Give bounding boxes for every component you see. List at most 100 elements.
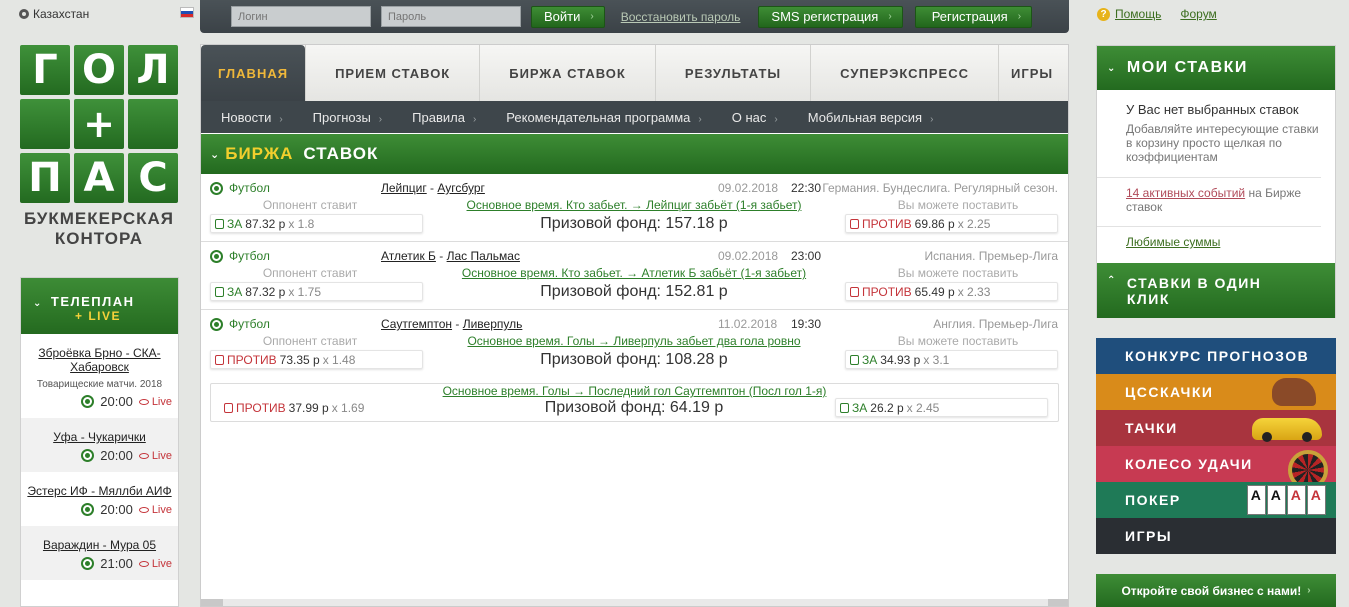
team-link[interactable]: Ливерпуль — [463, 317, 523, 331]
place-bet-button[interactable]: ПРОТИВ 69.86 р x 2.25 — [845, 214, 1058, 233]
bet-amount: 26.2 р — [870, 400, 904, 415]
help-link[interactable]: Помощь — [1115, 7, 1161, 21]
promo-cars[interactable]: ТАЧКИ — [1096, 410, 1336, 446]
bet-condition: Основное время. Голы → Ливерпуль забьет … — [410, 334, 858, 348]
team-link[interactable]: Саутгемптон — [381, 317, 452, 331]
logo-tile — [128, 99, 178, 149]
bet-date: 09.02.2018 — [718, 181, 779, 195]
bet-condition-link[interactable]: Основное время. Голы → Последний гол Сау… — [443, 384, 827, 398]
horse-icon — [1272, 378, 1316, 406]
bet-league: Испания. Премьер-Лига — [924, 249, 1058, 263]
teleplan-time: 20:00 — [100, 394, 133, 409]
restore-password-link[interactable]: Восстановить пароль — [621, 10, 741, 24]
subnav-item[interactable]: Прогнозы › — [313, 110, 382, 125]
bet-type: ЗА — [227, 284, 243, 299]
bet-condition-link[interactable]: Основное время. Кто забьет. → Лейпциг за… — [467, 198, 802, 212]
sms-registration-button[interactable]: SMS регистрация › — [758, 5, 903, 28]
favorite-sums-link[interactable]: Любимые суммы — [1126, 235, 1321, 249]
active-events-link[interactable]: 14 активных событий — [1126, 186, 1245, 200]
team-link[interactable]: Атлетик Б — [381, 249, 436, 263]
bet-date: 09.02.2018 — [718, 249, 779, 263]
scroll-left-button[interactable] — [201, 599, 223, 606]
promo-games[interactable]: ИГРЫ — [1096, 518, 1336, 554]
place-bet-button[interactable]: ЗА 26.2 р x 2.45 — [835, 398, 1048, 417]
chevron-right-icon: › — [698, 113, 702, 125]
registration-label: Регистрация — [931, 9, 1008, 24]
password-input[interactable] — [381, 6, 521, 27]
forum-link[interactable]: Форум — [1180, 7, 1216, 21]
teleplan-item[interactable]: Вараждин - Мура 05 21:00 Live — [21, 526, 178, 580]
logo[interactable]: Г О Л + П А С БУКМЕКЕРСКАЯ КОНТОРА — [20, 45, 178, 249]
teleplan-match[interactable]: Вараждин - Мура 05 — [27, 538, 172, 552]
place-bet-button[interactable]: ЗА 34.93 р x 3.1 — [845, 350, 1058, 369]
no-bets-text: У Вас нет выбранных ставок — [1126, 102, 1299, 117]
russia-flag-icon[interactable] — [180, 7, 194, 18]
live-link[interactable]: Live — [138, 557, 172, 570]
teleplan-header[interactable]: ⌄ ТЕЛЕПЛАН + LIVE — [21, 278, 178, 334]
one-click-bets-header[interactable]: ⌃ СТАВКИ В ОДИН КЛИК — [1097, 263, 1335, 318]
one-click-title: СТАВКИ В ОДИН КЛИК — [1127, 275, 1262, 307]
live-link[interactable]: Live — [138, 450, 172, 462]
promo-wheel-of-fortune[interactable]: КОЛЕСО УДАЧИ — [1096, 446, 1336, 482]
opponent-bet-box: ПРОТИВ 37.99 р x 1.69 — [220, 398, 433, 417]
teleplan-item[interactable]: Уфа - Чукарички 20:00 Live — [21, 418, 178, 472]
logo-caption: БУКМЕКЕРСКАЯ КОНТОРА — [20, 209, 178, 249]
tab-bets[interactable]: ПРИЕМ СТАВОК — [305, 45, 479, 101]
card-ace: A — [1267, 485, 1286, 515]
tab-superexpress[interactable]: СУПЕРЭКСПРЕСС — [810, 45, 998, 101]
login-button[interactable]: Войти › — [531, 5, 605, 28]
bet-teams: Лейпциг - Аугсбург — [381, 181, 485, 195]
subnav-item[interactable]: Мобильная версия › — [808, 110, 934, 125]
live-link[interactable]: Live — [138, 396, 172, 408]
bet-sport: Футбол — [210, 249, 381, 263]
live-link[interactable]: Live — [138, 504, 172, 516]
logo-tile: Л — [128, 45, 178, 95]
teleplan-item[interactable]: Эстерс ИФ - Мяллби АИФ 20:00 Live — [21, 472, 178, 526]
my-bets-header[interactable]: ⌄ МОИ СТАВКИ — [1097, 46, 1335, 90]
bet-amount: 87.32 р — [245, 216, 286, 231]
exchange-header[interactable]: ⌄ БИРЖА СТАВОК — [201, 134, 1068, 174]
tab-main[interactable]: ГЛАВНАЯ — [201, 45, 306, 101]
help-icon: ? — [1097, 7, 1110, 21]
region-selector[interactable]: Казахстан — [19, 7, 89, 21]
subnav-label: Прогнозы — [312, 109, 371, 125]
bet-condition-link[interactable]: Основное время. Голы → Ливерпуль забьет … — [467, 334, 800, 348]
team-link[interactable]: Аугсбург — [437, 181, 485, 195]
teleplan-match[interactable]: Уфа - Чукарички — [27, 430, 172, 444]
football-icon — [81, 395, 95, 408]
promo-horse-racing[interactable]: ЦССКАЧКИ — [1096, 374, 1336, 410]
thumb-up-icon — [850, 354, 859, 365]
promo-poker[interactable]: ПОКЕР A A A A — [1096, 482, 1336, 518]
live-label: Live — [151, 557, 172, 570]
registration-button[interactable]: Регистрация › — [914, 5, 1033, 28]
eye-icon — [138, 506, 149, 513]
teleplan-time-row: 20:00 Live — [27, 498, 172, 526]
subnav-item[interactable]: Новости › — [221, 110, 283, 125]
scroll-right-button[interactable] — [1048, 599, 1068, 606]
subnav-item[interactable]: Правила › — [412, 110, 476, 125]
subnav-item[interactable]: Рекомендательная программа › — [506, 110, 701, 125]
card-ace: A — [1247, 485, 1266, 515]
teleplan-item[interactable]: Зброёвка Брно - СКА-Хабаровск Товарищеск… — [21, 334, 178, 418]
team-link[interactable]: Лас Пальмас — [447, 249, 520, 263]
teleplan-match[interactable]: Эстерс ИФ - Мяллби АИФ — [27, 484, 172, 498]
bet-amount: 73.35 р — [279, 352, 320, 367]
divider — [1097, 177, 1321, 178]
subnav-item[interactable]: О нас › — [732, 110, 778, 125]
my-bets-body: У Вас нет выбранных ставок Добавляйте ин… — [1097, 90, 1335, 249]
horizontal-scrollbar[interactable] — [201, 599, 1068, 606]
subnav-label: Правила — [412, 109, 465, 125]
promo-forecast-contest[interactable]: КОНКУРС ПРОГНОЗОВ — [1096, 338, 1336, 374]
help-links: ? Помощь Форум — [1097, 7, 1231, 21]
team-link[interactable]: Лейпциг — [381, 181, 427, 195]
promo-label: КОНКУРС ПРОГНОЗОВ — [1125, 348, 1310, 364]
place-bet-button[interactable]: ПРОТИВ 65.49 р x 2.33 — [845, 282, 1058, 301]
bet-info-row: Футбол Саутгемптон - Ливерпуль 11.02.201… — [210, 317, 1058, 331]
tab-results[interactable]: РЕЗУЛЬТАТЫ — [654, 45, 810, 101]
bet-condition-link[interactable]: Основное время. Кто забьет. → Атлетик Б … — [462, 266, 806, 280]
tab-exchange[interactable]: БИРЖА СТАВОК — [479, 45, 655, 101]
open-business-button[interactable]: Откройте свой бизнес с нами! › — [1096, 574, 1336, 607]
teleplan-match[interactable]: Зброёвка Брно - СКА-Хабаровск — [27, 346, 172, 374]
login-input[interactable] — [231, 6, 371, 27]
tab-games[interactable]: ИГРЫ — [997, 45, 1065, 101]
